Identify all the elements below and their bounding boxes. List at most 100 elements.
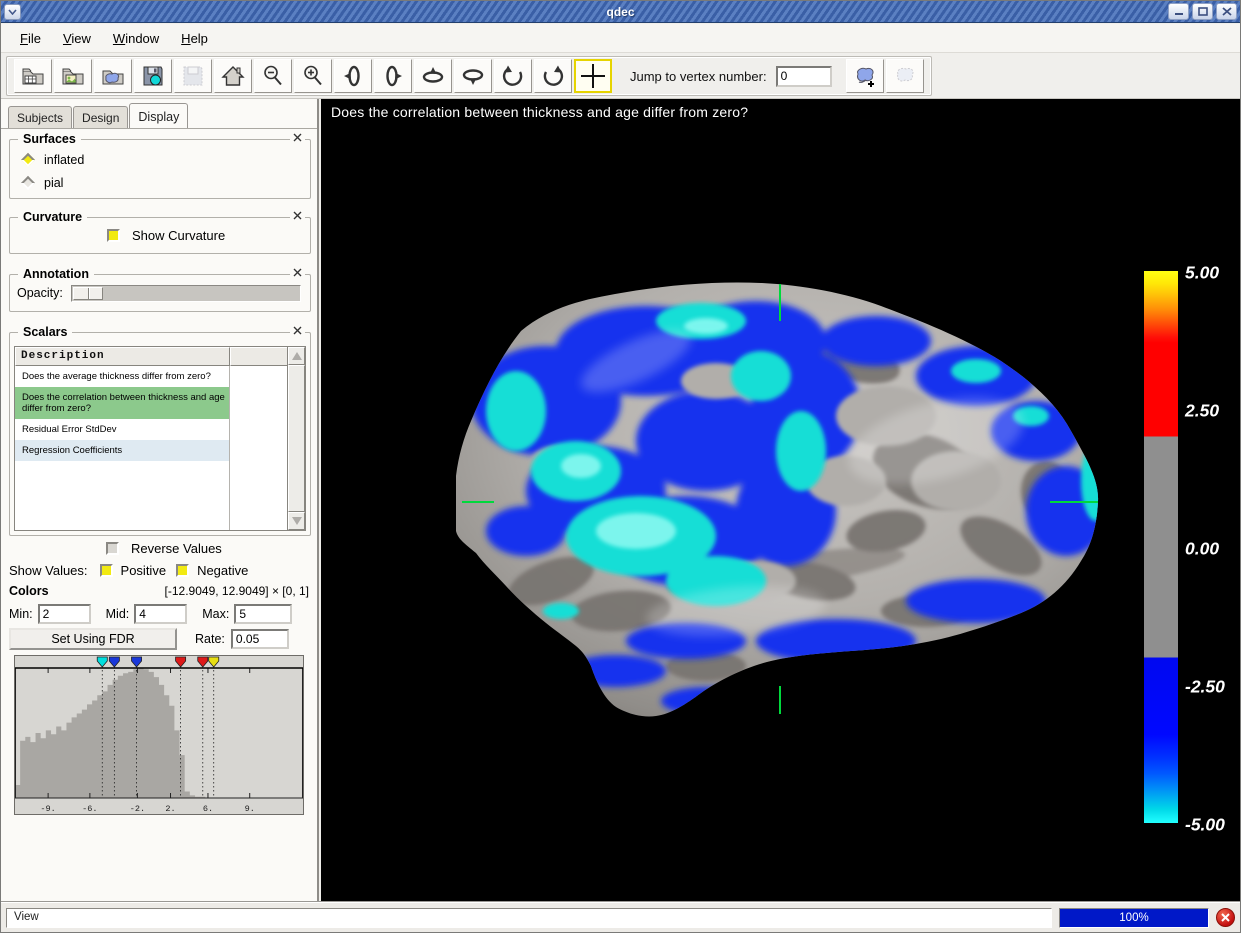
fdr-row: Set Using FDR Rate: — [9, 627, 309, 651]
surface-inflated-label: inflated — [44, 153, 84, 167]
triangle-down-icon — [292, 517, 302, 525]
menu-file[interactable]: File — [9, 26, 52, 51]
threshold-marker[interactable] — [132, 657, 142, 667]
colorbar-label: 0.00 — [1185, 539, 1219, 560]
scrollbar-thumb[interactable] — [288, 365, 305, 512]
status-cancel-button[interactable] — [1216, 908, 1235, 927]
min-mid-max-row: Min: Mid: Max: — [9, 603, 309, 625]
surfaces-close-button[interactable] — [290, 133, 305, 142]
mid-input[interactable] — [134, 604, 187, 624]
rate-input[interactable] — [231, 629, 289, 649]
opacity-label: Opacity: — [17, 286, 63, 300]
menu-view[interactable]: View — [52, 26, 102, 51]
colorbar-label: -2.50 — [1185, 677, 1225, 698]
scalar-row[interactable]: Does the correlation between thickness a… — [15, 387, 229, 419]
load-label-button[interactable] — [94, 59, 132, 93]
show-curvature-checkbox[interactable] — [107, 229, 120, 242]
load-data-table-button[interactable] — [14, 59, 52, 93]
scalar-row[interactable]: Residual Error StdDev — [15, 419, 229, 440]
close-x-icon — [293, 133, 302, 142]
zoom-out-icon — [260, 63, 286, 89]
reverse-values-checkbox[interactable] — [106, 542, 119, 555]
histogram-plot[interactable]: -9.-6.-2.2.6.9. — [15, 656, 303, 814]
max-input[interactable] — [234, 604, 292, 624]
close-button[interactable] — [1216, 3, 1237, 20]
reverse-values-row: Reverse Values — [9, 539, 309, 557]
tab-display[interactable]: Display — [129, 103, 188, 128]
scrollbar-down-button[interactable] — [288, 512, 305, 530]
pick-vertex-crosshair-button[interactable] — [574, 59, 612, 93]
maximize-button[interactable] — [1192, 3, 1213, 20]
rotate-right-button[interactable] — [374, 59, 412, 93]
threshold-marker[interactable] — [109, 657, 119, 667]
histogram-tick-label: -9. — [40, 804, 55, 814]
tab-subjects[interactable]: Subjects — [8, 106, 72, 128]
min-input[interactable] — [38, 604, 91, 624]
crosshair-icon — [579, 62, 607, 90]
positive-checkbox[interactable] — [100, 564, 113, 577]
window-menu-button[interactable] — [4, 4, 21, 20]
annotation-close-button[interactable] — [290, 268, 305, 277]
threshold-marker[interactable] — [97, 657, 107, 667]
histogram[interactable]: -9.-6.-2.2.6.9. — [14, 655, 304, 815]
negative-checkbox[interactable] — [176, 564, 189, 577]
histogram-tick-label: -2. — [130, 804, 145, 814]
add-label-button[interactable] — [846, 59, 884, 93]
surface-option-inflated[interactable]: inflated — [10, 148, 310, 171]
rotate-left-icon — [340, 63, 366, 89]
zoom-out-button[interactable] — [254, 59, 292, 93]
progress-text: 100% — [1119, 912, 1148, 924]
surfaces-group-title: Surfaces — [18, 132, 81, 146]
menu-help[interactable]: Help — [170, 26, 219, 51]
scalar-row[interactable]: Does the average thickness differ from z… — [15, 366, 229, 387]
brain-surface-render[interactable] — [456, 281, 1106, 726]
load-project-file-button[interactable] — [54, 59, 92, 93]
histogram-tick-label: 9. — [245, 804, 255, 814]
rotate-counterclockwise-button[interactable] — [494, 59, 532, 93]
menu-window[interactable]: Window — [102, 26, 170, 51]
curvature-group: Curvature Show Curvature — [9, 217, 311, 254]
curvature-close-button[interactable] — [290, 211, 305, 220]
annotation-group-title: Annotation — [18, 267, 94, 281]
save-project-file-button[interactable] — [134, 59, 172, 93]
colorbar — [1144, 271, 1178, 823]
titlebar[interactable]: qdec — [1, 1, 1240, 23]
window-title: qdec — [1, 5, 1240, 19]
window-controls — [1168, 3, 1237, 20]
jump-to-vertex-input[interactable] — [776, 66, 832, 87]
save-snapshot-button[interactable] — [174, 59, 212, 93]
negative-label: Negative — [197, 563, 248, 578]
remove-label-button[interactable] — [886, 59, 924, 93]
surface-option-pial[interactable]: pial — [10, 171, 310, 194]
rotate-up-button[interactable] — [414, 59, 452, 93]
3d-viewport[interactable]: Does the correlation between thickness a… — [321, 99, 1240, 902]
rotate-down-button[interactable] — [454, 59, 492, 93]
histogram-tick-label: 6. — [203, 804, 213, 814]
description-column-header[interactable]: Description — [15, 347, 230, 366]
minimize-button[interactable] — [1168, 3, 1189, 20]
progress-bar: 100% — [1059, 908, 1209, 928]
reset-view-home-button[interactable] — [214, 59, 252, 93]
load-project-file-icon — [60, 63, 86, 89]
close-icon — [1222, 7, 1232, 16]
scalars-scrollbar[interactable] — [287, 347, 305, 530]
threshold-marker[interactable] — [209, 657, 219, 667]
set-using-fdr-button[interactable]: Set Using FDR — [9, 628, 177, 650]
zoom-in-button[interactable] — [294, 59, 332, 93]
qdec-window: qdec FileViewWindowHelp — [0, 0, 1241, 933]
cancel-x-icon — [1221, 913, 1230, 922]
rotate-left-button[interactable] — [334, 59, 372, 93]
threshold-marker[interactable] — [198, 657, 208, 667]
tab-design[interactable]: Design — [73, 106, 128, 128]
threshold-marker[interactable] — [176, 657, 186, 667]
triangle-up-icon — [292, 352, 302, 360]
scrollbar-up-button[interactable] — [288, 347, 305, 365]
scalars-close-button[interactable] — [290, 326, 305, 335]
rotate-clockwise-button[interactable] — [534, 59, 572, 93]
scalar-row[interactable]: Regression Coefficients — [15, 440, 229, 461]
opacity-slider[interactable] — [71, 285, 301, 302]
scalars-rows: Does the average thickness differ from z… — [15, 366, 230, 530]
colorbar-labels: 5.002.500.00-2.50-5.00 — [1185, 271, 1240, 823]
opacity-slider-handle[interactable] — [73, 287, 103, 300]
cursor-tick-bottom — [779, 686, 781, 714]
